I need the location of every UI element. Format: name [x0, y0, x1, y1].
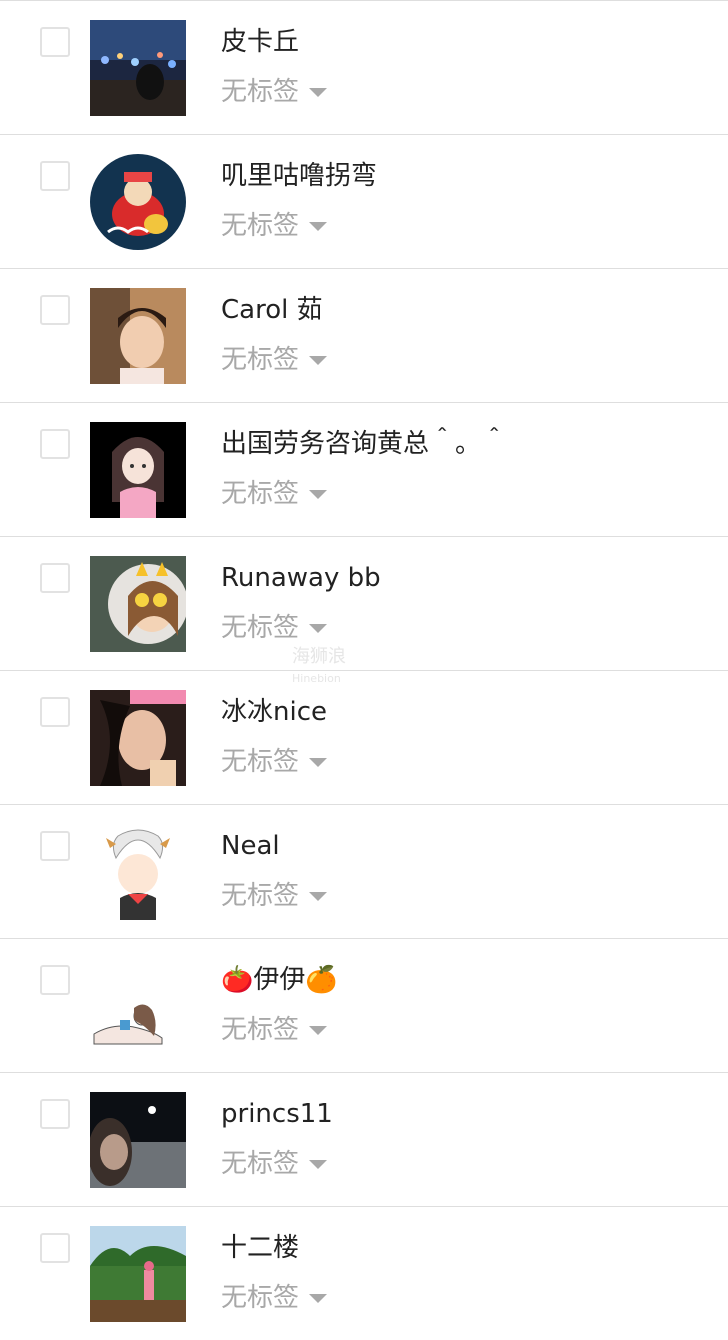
tag-dropdown[interactable]: 无标签 — [221, 209, 328, 243]
caret-down-icon — [309, 355, 328, 365]
checkbox-icon[interactable] — [40, 161, 70, 191]
tag-dropdown[interactable]: 无标签 — [221, 611, 328, 645]
checkbox-icon[interactable] — [40, 563, 70, 593]
avatar — [90, 20, 186, 116]
contact-name: Runaway bb — [221, 563, 381, 593]
tag-label: 无标签 — [221, 747, 300, 777]
tag-dropdown[interactable]: 无标签 — [221, 1281, 328, 1315]
caret-down-icon — [309, 891, 328, 901]
checkbox-icon[interactable] — [40, 295, 70, 325]
contact-name: princs11 — [221, 1099, 333, 1129]
contact-name: 🍅伊伊🍊 — [221, 965, 338, 995]
contact-row[interactable]: 冰冰nice 无标签 — [0, 670, 728, 804]
contact-list: 皮卡丘 无标签 叽里咕噜拐弯 无标签 Carol 茹 无标签 出国劳务咨询黄总＾… — [0, 0, 728, 1340]
contact-row[interactable]: Runaway bb 无标签 — [0, 536, 728, 670]
checkbox-icon[interactable] — [40, 1099, 70, 1129]
tag-dropdown[interactable]: 无标签 — [221, 343, 328, 377]
caret-down-icon — [309, 1293, 328, 1303]
checkbox-icon[interactable] — [40, 697, 70, 727]
watermark-line2: Hinebion — [292, 672, 341, 685]
tag-label: 无标签 — [221, 77, 300, 107]
contact-row[interactable]: Carol 茹 无标签 — [0, 268, 728, 402]
contact-name: Carol 茹 — [221, 295, 323, 325]
contact-row[interactable]: 叽里咕噜拐弯 无标签 — [0, 134, 728, 268]
avatar — [90, 690, 186, 786]
checkbox-icon[interactable] — [40, 965, 70, 995]
tag-label: 无标签 — [221, 1149, 300, 1179]
checkbox-icon[interactable] — [40, 429, 70, 459]
contact-name: 皮卡丘 — [221, 27, 300, 57]
watermark-line1: 海狮浪 — [292, 646, 346, 667]
tag-label: 无标签 — [221, 1015, 300, 1045]
contact-row[interactable]: 十二楼 无标签 — [0, 1206, 728, 1340]
caret-down-icon — [309, 87, 328, 97]
watermark: 海狮浪 Hinebion — [292, 648, 346, 688]
tag-label: 无标签 — [221, 479, 300, 509]
contact-row[interactable]: Neal 无标签 — [0, 804, 728, 938]
tag-dropdown[interactable]: 无标签 — [221, 1013, 328, 1047]
avatar — [90, 1092, 186, 1188]
caret-down-icon — [309, 489, 328, 499]
tag-label: 无标签 — [221, 1283, 300, 1313]
contact-name: 出国劳务咨询黄总＾。＾ — [221, 429, 508, 459]
caret-down-icon — [309, 1025, 328, 1035]
contact-row[interactable]: 皮卡丘 无标签 — [0, 0, 728, 134]
tag-label: 无标签 — [221, 345, 300, 375]
contact-row[interactable]: 🍅伊伊🍊 无标签 — [0, 938, 728, 1072]
checkbox-icon[interactable] — [40, 27, 70, 57]
contact-row[interactable]: princs11 无标签 — [0, 1072, 728, 1206]
contact-name: 叽里咕噜拐弯 — [221, 161, 378, 191]
caret-down-icon — [309, 221, 328, 231]
contact-name: 冰冰nice — [221, 697, 327, 727]
caret-down-icon — [309, 623, 328, 633]
checkbox-icon[interactable] — [40, 1233, 70, 1263]
caret-down-icon — [309, 757, 328, 767]
tag-dropdown[interactable]: 无标签 — [221, 75, 328, 109]
caret-down-icon — [309, 1159, 328, 1169]
contact-name: Neal — [221, 831, 280, 861]
tag-dropdown[interactable]: 无标签 — [221, 879, 328, 913]
avatar — [90, 154, 186, 250]
avatar — [90, 288, 186, 384]
tag-label: 无标签 — [221, 211, 300, 241]
contact-name: 十二楼 — [221, 1233, 300, 1263]
tag-label: 无标签 — [221, 881, 300, 911]
avatar — [90, 422, 186, 518]
tag-dropdown[interactable]: 无标签 — [221, 1147, 328, 1181]
tag-dropdown[interactable]: 无标签 — [221, 745, 328, 779]
tag-label: 无标签 — [221, 613, 300, 643]
avatar — [90, 958, 186, 1054]
checkbox-icon[interactable] — [40, 831, 70, 861]
avatar — [90, 556, 186, 652]
contact-row[interactable]: 出国劳务咨询黄总＾。＾ 无标签 — [0, 402, 728, 536]
avatar — [90, 824, 186, 920]
avatar — [90, 1226, 186, 1322]
tag-dropdown[interactable]: 无标签 — [221, 477, 328, 511]
